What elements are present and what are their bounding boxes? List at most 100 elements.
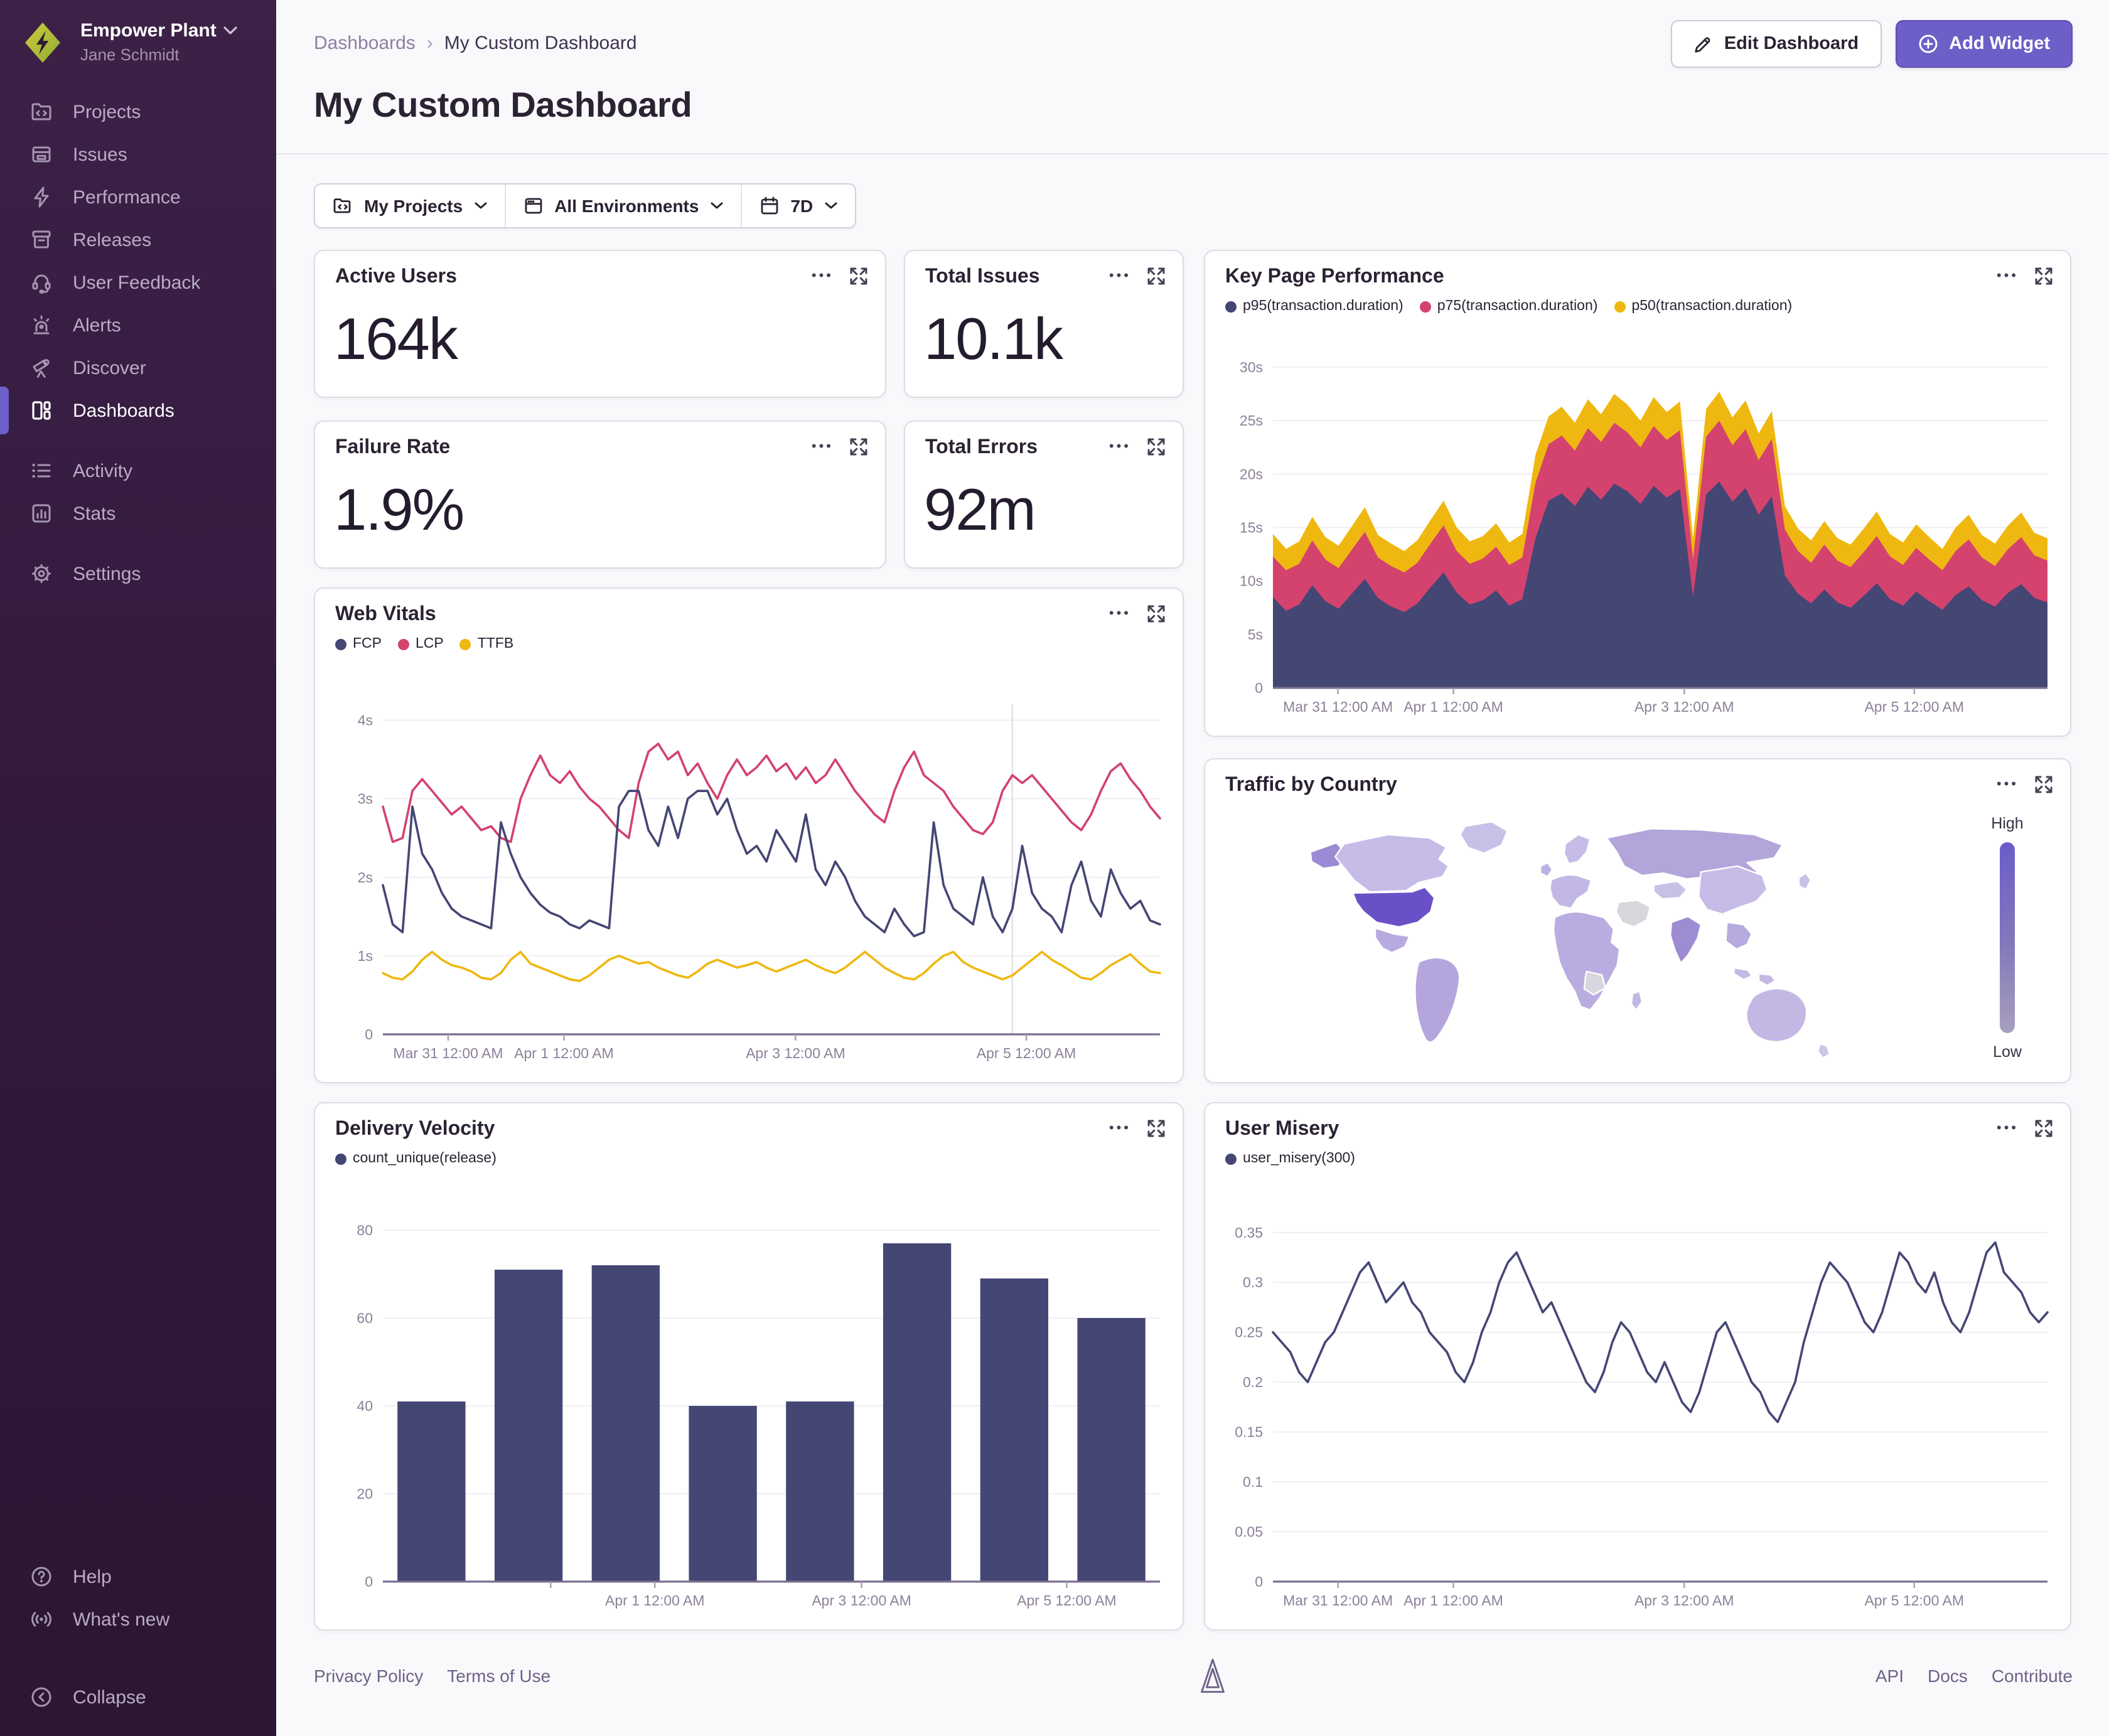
expand-icon[interactable]	[2035, 776, 2053, 793]
widget-title: Key Page Performance	[1225, 266, 1444, 287]
widget-menu-icon[interactable]: •••	[812, 267, 834, 285]
sidebar-item-discover[interactable]: Discover	[0, 346, 276, 389]
calendar-icon	[761, 196, 778, 215]
widget-total-issues: Total Issues ••• 10.1k	[904, 250, 1184, 398]
sidebar-item-settings[interactable]: Settings	[0, 552, 276, 595]
expand-icon[interactable]	[850, 267, 867, 285]
widget-menu-icon[interactable]: •••	[1997, 267, 2019, 285]
svg-text:0: 0	[365, 1573, 373, 1590]
sidebar-item-whats-new[interactable]: What's new	[0, 1598, 276, 1641]
environments-filter[interactable]: All Environments	[504, 185, 740, 227]
terms-of-use-link[interactable]: Terms of Use	[447, 1666, 550, 1686]
page-footer: Privacy Policy Terms of Use API Docs Con…	[314, 1644, 2073, 1707]
edit-dashboard-label: Edit Dashboard	[1724, 34, 1859, 54]
sidebar-collapse-button[interactable]: Collapse	[0, 1676, 276, 1718]
svg-text:Mar 31 12:00 AM: Mar 31 12:00 AM	[1283, 699, 1393, 715]
expand-icon[interactable]	[850, 438, 867, 456]
legend-item: LCP	[416, 636, 444, 651]
user-misery-chart: 0 0.05 0.1 0.15 0.2 0.25 0.3 0.35 Mar 31 12:00 A…	[1235, 1224, 2049, 1609]
widget-menu-icon[interactable]: •••	[1109, 1120, 1131, 1137]
legend-item: count_unique(release)	[353, 1151, 496, 1166]
svg-text:0.2: 0.2	[1243, 1374, 1263, 1390]
sidebar-item-label: Activity	[73, 460, 133, 481]
api-link[interactable]: API	[1876, 1666, 1904, 1686]
main-content: Dashboards › My Custom Dashboard My Cust…	[276, 0, 2109, 1736]
environments-filter-label: All Environments	[554, 196, 699, 216]
svg-text:2s: 2s	[358, 869, 373, 886]
plus-circle-icon	[1918, 35, 1937, 53]
widget-menu-icon[interactable]: •••	[1109, 605, 1131, 623]
widget-menu-icon[interactable]: •••	[1109, 438, 1131, 456]
svg-text:80: 80	[357, 1222, 373, 1238]
edit-dashboard-button[interactable]: Edit Dashboard	[1671, 20, 1882, 68]
expand-icon[interactable]	[1147, 605, 1165, 623]
sidebar-item-projects[interactable]: Projects	[0, 90, 276, 133]
time-range-filter[interactable]: 7D	[740, 185, 854, 227]
chart-legend: user_misery(300)	[1225, 1151, 1355, 1166]
legend-item: user_misery(300)	[1243, 1151, 1355, 1166]
svg-text:4s: 4s	[358, 712, 373, 729]
sidebar-item-user-feedback[interactable]: User Feedback	[0, 261, 276, 304]
svg-text:0: 0	[365, 1026, 373, 1042]
sidebar-item-label: User Feedback	[73, 272, 201, 293]
svg-text:0: 0	[1255, 1573, 1263, 1590]
sidebar-item-stats[interactable]: Stats	[0, 492, 276, 535]
sidebar-item-label: Discover	[73, 357, 146, 378]
projects-icon	[31, 103, 51, 121]
widget-menu-icon[interactable]: •••	[812, 438, 834, 456]
svg-text:40: 40	[357, 1398, 373, 1414]
widget-menu-icon[interactable]: •••	[1997, 1120, 2019, 1137]
sidebar: Empower Plant Jane Schmidt Projects Issu…	[0, 0, 276, 1736]
expand-icon[interactable]	[2035, 267, 2053, 285]
expand-icon[interactable]	[2035, 1120, 2053, 1137]
expand-icon[interactable]	[1147, 1120, 1165, 1137]
map-legend-gradient	[2000, 842, 2015, 1033]
sidebar-item-alerts[interactable]: Alerts	[0, 304, 276, 346]
add-widget-button[interactable]: Add Widget	[1895, 20, 2073, 68]
sidebar-item-label: Projects	[73, 101, 141, 122]
projects-filter[interactable]: My Projects	[315, 185, 504, 227]
chevron-down-icon	[710, 202, 722, 209]
org-switcher[interactable]: Empower Plant Jane Schmidt	[20, 20, 238, 65]
svg-text:10s: 10s	[1240, 573, 1263, 589]
projects-filter-label: My Projects	[364, 196, 463, 216]
svg-text:0.15: 0.15	[1235, 1424, 1263, 1440]
widget-failure-rate: Failure Rate ••• 1.9%	[314, 421, 886, 569]
sidebar-item-releases[interactable]: Releases	[0, 218, 276, 261]
legend-item: p50(transaction.duration)	[1631, 299, 1793, 314]
svg-text:Apr 1 12:00 AM: Apr 1 12:00 AM	[1403, 1592, 1503, 1609]
svg-text:Apr 1 12:00 AM: Apr 1 12:00 AM	[514, 1045, 614, 1061]
privacy-policy-link[interactable]: Privacy Policy	[314, 1666, 423, 1686]
projects-filter-icon	[333, 198, 351, 213]
widget-delivery-velocity: Delivery Velocity ••• count_unique(relea…	[314, 1102, 1184, 1631]
widget-title: Traffic by Country	[1225, 774, 1397, 796]
sidebar-item-dashboards[interactable]: Dashboards	[0, 387, 276, 434]
breadcrumb: Dashboards › My Custom Dashboard	[314, 33, 637, 54]
sidebar-item-activity[interactable]: Activity	[0, 449, 276, 492]
sidebar-item-help[interactable]: Help	[0, 1555, 276, 1598]
svg-text:25s: 25s	[1240, 412, 1263, 429]
widget-active-users: Active Users ••• 164k	[314, 250, 886, 398]
collapse-icon	[31, 1687, 51, 1707]
svg-text:3s: 3s	[358, 791, 373, 807]
widget-menu-icon[interactable]: •••	[1109, 267, 1131, 285]
sentry-logo	[1201, 1658, 1225, 1693]
docs-link[interactable]: Docs	[1928, 1666, 1968, 1686]
legend-item: TTFB	[477, 636, 514, 651]
environments-filter-icon	[524, 198, 542, 214]
expand-icon[interactable]	[1147, 267, 1165, 285]
widget-menu-icon[interactable]: •••	[1997, 776, 2019, 793]
org-logo-icon	[25, 23, 60, 63]
issues-icon	[32, 146, 51, 163]
chart-legend: FCP LCP TTFB	[335, 636, 513, 651]
sidebar-item-performance[interactable]: Performance	[0, 176, 276, 218]
widget-title: Web Vitals	[335, 604, 436, 625]
dashboards-icon	[32, 401, 51, 420]
expand-icon[interactable]	[1147, 438, 1165, 456]
widget-value: 164k	[334, 305, 458, 372]
legend-item: FCP	[353, 636, 382, 651]
contribute-link[interactable]: Contribute	[1992, 1666, 2073, 1686]
sidebar-item-issues[interactable]: Issues	[0, 133, 276, 176]
breadcrumb-dashboards-link[interactable]: Dashboards	[314, 33, 416, 54]
svg-text:Apr 5 12:00 AM: Apr 5 12:00 AM	[977, 1045, 1076, 1061]
